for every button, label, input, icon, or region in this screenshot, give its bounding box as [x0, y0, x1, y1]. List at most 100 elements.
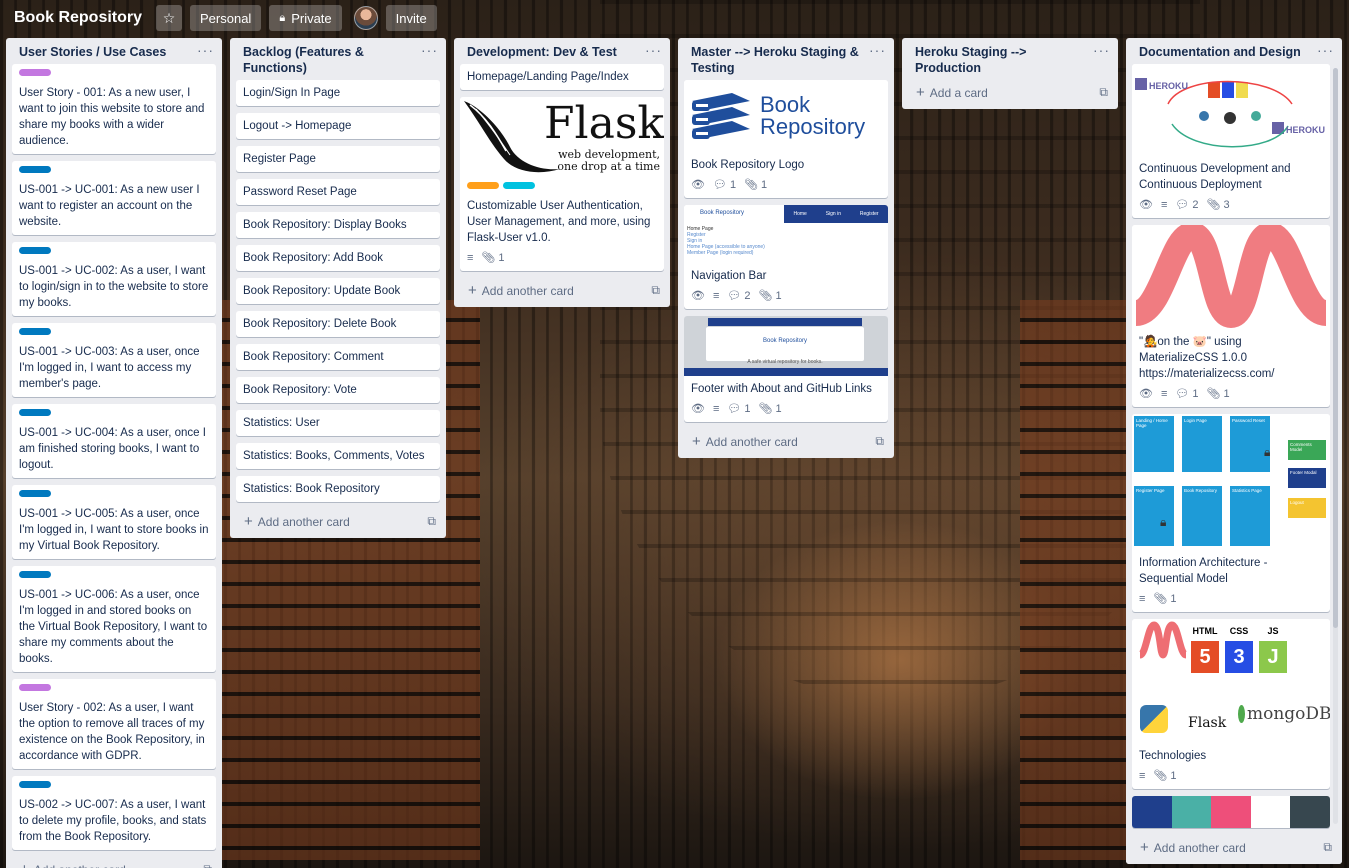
more-icon[interactable]: ···	[197, 43, 214, 60]
comment-badge: 💬︎ 1	[1175, 386, 1198, 402]
card[interactable]: Book Repository: Add Book	[236, 245, 440, 271]
personal-button[interactable]: Personal	[190, 5, 262, 31]
card[interactable]: US-002 -> UC-007: As a user, I want to d…	[12, 776, 216, 850]
add-card-button[interactable]: + Add another card ⧉	[6, 857, 222, 868]
card-title: US-001 -> UC-004: As a user, once I am f…	[19, 427, 206, 471]
scrollbar-thumb[interactable]	[1333, 68, 1338, 628]
list-title[interactable]: Master --> Heroku Staging & Testing	[691, 44, 869, 76]
card[interactable]: US-001 -> UC-004: As a user, once I am f…	[12, 404, 216, 478]
list-title[interactable]: Heroku Staging --> Production	[915, 44, 1093, 76]
more-icon[interactable]: ···	[421, 43, 438, 76]
card[interactable]: Logout -> Homepage	[236, 113, 440, 139]
book-stack-icon	[692, 93, 750, 139]
paperclip-icon: 📎︎	[481, 252, 496, 264]
label-blue[interactable]	[19, 247, 51, 254]
paperclip-icon: 📎︎	[758, 290, 773, 302]
card-badges: ≡ 📎︎ 1	[1139, 591, 1323, 607]
visibility-button[interactable]: 🔒︎ Private	[269, 5, 342, 31]
star-board-button[interactable]: ☆	[156, 5, 183, 31]
label-orange[interactable]	[467, 182, 499, 189]
card-title: Navigation Bar	[691, 270, 767, 282]
card[interactable]: HTML 5 CSS 3 JS J Flask mongoDB Technolo…	[1132, 619, 1330, 789]
card-title: Customizable User Authentication, User M…	[467, 200, 651, 244]
board-title[interactable]: Book Repository	[8, 9, 148, 27]
css-label: CSS	[1229, 626, 1249, 636]
navigation-bar-cover: Book Repository Home Sign in Register Ho…	[684, 205, 888, 263]
add-card-button[interactable]: + Add a card ⧉	[902, 80, 1118, 109]
watch-icon: 👁︎	[1139, 388, 1153, 400]
comment-badge: 💬︎ 1	[713, 177, 736, 193]
list-header: Development: Dev & Test ···	[454, 38, 670, 64]
member-avatar[interactable]	[353, 6, 378, 30]
add-card-button[interactable]: + Add another card ⧉	[230, 509, 446, 538]
add-card-button[interactable]: + Add another card ⧉	[678, 429, 894, 458]
card[interactable]: User Story - 002: As a user, I want the …	[12, 679, 216, 769]
attachment-badge: 📎︎ 1	[1153, 591, 1176, 607]
add-card-button[interactable]: + Add another card ⧉	[454, 278, 670, 307]
list-title[interactable]: Backlog (Features & Functions)	[243, 44, 421, 76]
attachment-count: 1	[498, 252, 505, 264]
label-cyan[interactable]	[503, 182, 535, 189]
card[interactable]: Statistics: Book Repository	[236, 476, 440, 502]
list-heroku-production: Heroku Staging --> Production ··· + Add a…	[902, 38, 1118, 109]
label-blue[interactable]	[19, 781, 51, 788]
template-icon[interactable]: ⧉	[1099, 85, 1108, 100]
template-icon[interactable]: ⧉	[1323, 840, 1332, 855]
card[interactable]: US-001 -> UC-005: As a user, once I'm lo…	[12, 485, 216, 559]
template-icon[interactable]: ⧉	[427, 514, 436, 529]
list-title[interactable]: Documentation and Design	[1139, 44, 1301, 60]
card[interactable]	[1132, 796, 1330, 828]
comment-icon: 💬︎	[712, 179, 727, 191]
card[interactable]: Homepage/Landing Page/Index	[460, 64, 664, 90]
card[interactable]: Book Repository Book Repository Logo 👁︎ …	[684, 80, 888, 198]
more-icon[interactable]: ···	[1093, 43, 1110, 76]
add-card-button[interactable]: + Add another card ⧉	[1126, 833, 1342, 864]
template-icon[interactable]: ⧉	[203, 862, 212, 868]
card[interactable]: Statistics: Books, Comments, Votes	[236, 443, 440, 469]
card[interactable]: Statistics: User	[236, 410, 440, 436]
label-blue[interactable]	[19, 166, 51, 173]
card[interactable]: HEROKU HEROKU Continuous Development and…	[1132, 64, 1330, 218]
list-title[interactable]: User Stories / Use Cases	[19, 44, 166, 60]
more-icon[interactable]: ···	[869, 43, 886, 76]
ia-box: Login Page	[1182, 416, 1222, 472]
card[interactable]: User Story - 001: As a new user, I want …	[12, 64, 216, 154]
template-icon[interactable]: ⧉	[651, 283, 660, 298]
template-icon[interactable]: ⧉	[875, 434, 884, 449]
label-purple[interactable]	[19, 684, 51, 691]
card-badges: 👁︎ 💬︎ 1 📎︎ 1	[691, 177, 881, 193]
card[interactable]: US-001 -> UC-006: As a user, once I'm lo…	[12, 566, 216, 672]
label-purple[interactable]	[19, 69, 51, 76]
label-blue[interactable]	[19, 490, 51, 497]
card[interactable]: Book Repository Home Sign in Register Ho…	[684, 205, 888, 309]
card[interactable]: Flask web development, one drop at a tim…	[460, 97, 664, 271]
card[interactable]: Book Repository A safe virtual repositor…	[684, 316, 888, 422]
card[interactable]: Book Repository: Delete Book	[236, 311, 440, 337]
card[interactable]: "🧑‍🎤on the 🐷" using MaterializeCSS 1.0.0…	[1132, 225, 1330, 407]
label-blue[interactable]	[19, 571, 51, 578]
card[interactable]: Book Repository: Comment	[236, 344, 440, 370]
leaf-icon	[1238, 705, 1245, 723]
card[interactable]: US-001 -> UC-003: As a user, once I'm lo…	[12, 323, 216, 397]
card[interactable]: US-001 -> UC-001: As a new user I want t…	[12, 161, 216, 235]
more-icon[interactable]: ···	[1317, 43, 1334, 60]
list-title[interactable]: Development: Dev & Test	[467, 44, 617, 60]
list-scrollbar[interactable]	[1333, 68, 1338, 824]
card[interactable]: Book Repository: Display Books	[236, 212, 440, 238]
label-blue[interactable]	[19, 409, 51, 416]
footer-cover: Book Repository A safe virtual repositor…	[684, 316, 888, 376]
more-icon[interactable]: ···	[645, 43, 662, 60]
card[interactable]: Landing / Home Page Login Page Password …	[1132, 414, 1330, 612]
card[interactable]: US-001 -> UC-002: As a user, I want to l…	[12, 242, 216, 316]
heroku-text: HEROKU	[1149, 81, 1189, 91]
card[interactable]: Password Reset Page	[236, 179, 440, 205]
card[interactable]: Login/Sign In Page	[236, 80, 440, 106]
card[interactable]: Register Page	[236, 146, 440, 172]
card-title: Continuous Development and Continuous De…	[1139, 163, 1291, 191]
card[interactable]: Book Repository: Update Book	[236, 278, 440, 304]
card[interactable]: Book Repository: Vote	[236, 377, 440, 403]
comment-count: 1	[744, 403, 751, 415]
label-blue[interactable]	[19, 328, 51, 335]
html5-icon: HTML 5	[1190, 623, 1220, 673]
invite-button[interactable]: Invite	[385, 5, 437, 31]
